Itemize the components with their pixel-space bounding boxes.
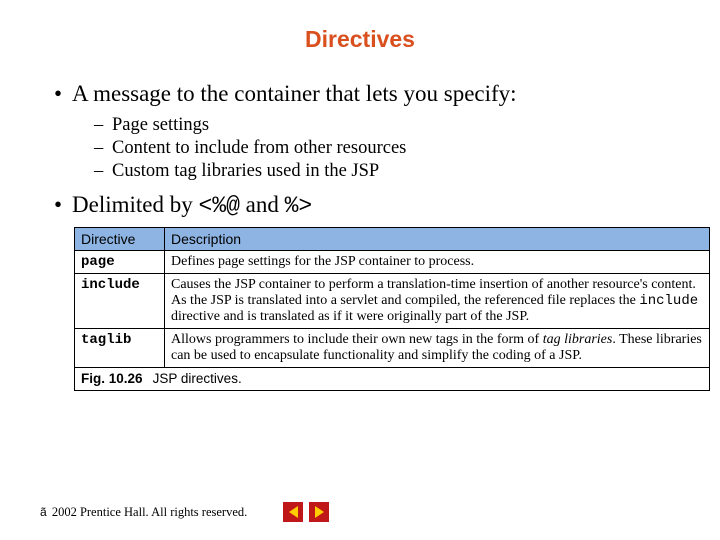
table-row: include Causes the JSP container to perf… (75, 274, 710, 329)
arrow-right-icon (315, 506, 324, 518)
slide-title: Directives (40, 26, 680, 53)
code-open-delim: <%@ (198, 193, 239, 219)
slide-footer: ã 2002 Prentice Hall. All rights reserve… (40, 502, 680, 522)
arrow-left-icon (289, 506, 298, 518)
table-caption-row: Fig. 10.26 JSP directives. (75, 368, 710, 391)
col-directive: Directive (75, 228, 165, 251)
directives-table: Directive Description page Defines page … (74, 227, 710, 391)
sub-bullet-1: –Page settings (94, 115, 680, 136)
directive-desc: Allows programmers to include their own … (165, 329, 710, 368)
code-close-delim: %> (285, 193, 313, 219)
figure-caption: JSP directives. (153, 371, 242, 386)
figure-label: Fig. 10.26 (81, 371, 143, 386)
bullet-1-text: A message to the container that lets you… (72, 81, 517, 106)
next-button[interactable] (309, 502, 329, 522)
table-row: page Defines page settings for the JSP c… (75, 251, 710, 274)
directive-name: include (75, 274, 165, 329)
copyright-text: ã 2002 Prentice Hall. All rights reserve… (40, 505, 247, 520)
table-header-row: Directive Description (75, 228, 710, 251)
table-row: taglib Allows programmers to include the… (75, 329, 710, 368)
directive-desc: Causes the JSP container to perform a tr… (165, 274, 710, 329)
directive-desc: Defines page settings for the JSP contai… (165, 251, 710, 274)
sub-bullet-3: –Custom tag libraries used in the JSP (94, 161, 680, 182)
prev-button[interactable] (283, 502, 303, 522)
bullet-2: •Delimited by <%@ and %> (54, 192, 680, 219)
col-description: Description (165, 228, 710, 251)
sub-bullet-2: –Content to include from other resources (94, 138, 680, 159)
directive-name: page (75, 251, 165, 274)
directive-name: taglib (75, 329, 165, 368)
bullet-1: •A message to the container that lets yo… (54, 81, 680, 107)
